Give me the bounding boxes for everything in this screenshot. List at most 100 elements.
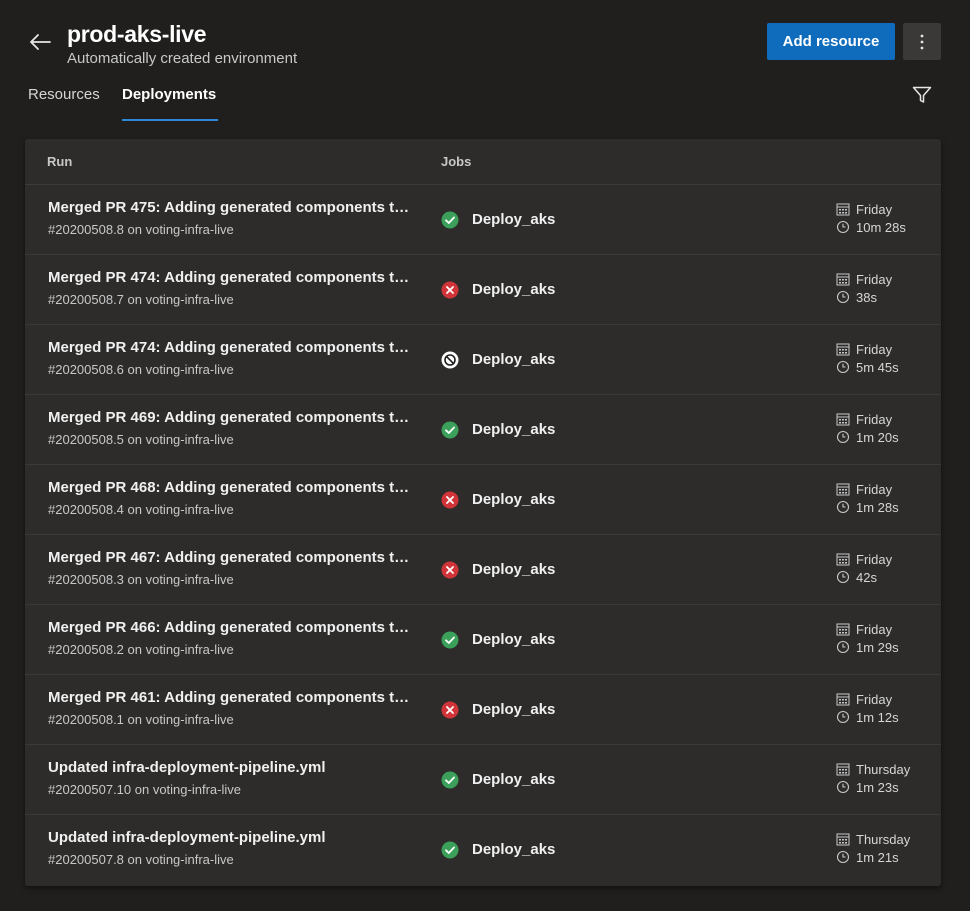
run-duration: 1m 20s	[836, 429, 899, 445]
run-day: Thursday	[836, 761, 910, 777]
job-name[interactable]: Deploy_aks	[472, 211, 555, 228]
run-title[interactable]: Merged PR 474: Adding generated componen…	[48, 269, 416, 286]
run-duration: 1m 23s	[836, 779, 899, 795]
check-circle-icon	[441, 631, 459, 649]
check-circle-icon	[441, 841, 459, 859]
duration-text: 1m 20s	[856, 429, 899, 445]
clock-icon	[836, 220, 850, 234]
run-duration: 1m 12s	[836, 709, 899, 725]
day-text: Friday	[856, 271, 893, 287]
tab-resources[interactable]: Resources	[28, 86, 100, 122]
calendar-icon	[836, 272, 850, 286]
clock-icon	[836, 430, 850, 444]
run-day: Friday	[836, 551, 892, 567]
clock-icon	[836, 500, 850, 514]
clock-icon	[836, 360, 850, 374]
run-day: Friday	[836, 621, 892, 637]
run-title[interactable]: Merged PR 474: Adding generated componen…	[48, 339, 416, 356]
job-name[interactable]: Deploy_aks	[472, 281, 555, 298]
calendar-icon	[836, 622, 850, 636]
filter-button[interactable]	[910, 83, 934, 107]
error-circle-icon	[441, 561, 459, 579]
job-name[interactable]: Deploy_aks	[472, 841, 555, 858]
duration-text: 38s	[856, 289, 877, 305]
calendar-icon	[836, 412, 850, 426]
page-title: prod-aks-live	[67, 21, 207, 47]
run-number: #20200507.10 on voting-infra-live	[48, 782, 241, 797]
job-name[interactable]: Deploy_aks	[472, 771, 555, 788]
run-day: Friday	[836, 271, 892, 287]
day-text: Friday	[856, 341, 893, 357]
filter-icon	[912, 86, 932, 103]
table-row[interactable]: Merged PR 475: Adding generated componen…	[25, 185, 941, 255]
run-duration: 38s	[836, 289, 877, 305]
table-row[interactable]: Merged PR 468: Adding generated componen…	[25, 465, 941, 535]
run-title[interactable]: Updated infra-deployment-pipeline.yml	[48, 759, 416, 776]
check-circle-icon	[441, 771, 459, 789]
back-button[interactable]	[26, 28, 54, 56]
duration-text: 42s	[856, 569, 877, 585]
table-row[interactable]: Merged PR 467: Adding generated componen…	[25, 535, 941, 605]
table-row[interactable]: Merged PR 474: Adding generated componen…	[25, 255, 941, 325]
table-row[interactable]: Merged PR 461: Adding generated componen…	[25, 675, 941, 745]
add-resource-button[interactable]: Add resource	[767, 23, 895, 60]
run-title[interactable]: Merged PR 461: Adding generated componen…	[48, 689, 416, 706]
run-day: Thursday	[836, 831, 910, 847]
job-name[interactable]: Deploy_aks	[472, 701, 555, 718]
run-number: #20200508.1 on voting-infra-live	[48, 712, 234, 727]
run-day: Friday	[836, 481, 892, 497]
run-number: #20200508.8 on voting-infra-live	[48, 222, 234, 237]
run-number: #20200508.2 on voting-infra-live	[48, 642, 234, 657]
arrow-left-icon	[30, 34, 51, 50]
day-text: Friday	[856, 481, 893, 497]
day-text: Thursday	[856, 831, 911, 847]
run-day: Friday	[836, 691, 892, 707]
day-text: Friday	[856, 691, 893, 707]
day-text: Thursday	[856, 761, 911, 777]
calendar-icon	[836, 552, 850, 566]
table-row[interactable]: Merged PR 469: Adding generated componen…	[25, 395, 941, 465]
run-day: Friday	[836, 201, 892, 217]
check-circle-icon	[441, 211, 459, 229]
calendar-icon	[836, 482, 850, 496]
job-name[interactable]: Deploy_aks	[472, 421, 555, 438]
run-title[interactable]: Merged PR 475: Adding generated componen…	[48, 199, 416, 216]
error-circle-icon	[441, 701, 459, 719]
calendar-icon	[836, 342, 850, 356]
run-title[interactable]: Merged PR 468: Adding generated componen…	[48, 479, 416, 496]
table-row[interactable]: Updated infra-deployment-pipeline.yml #2…	[25, 745, 941, 815]
run-duration: 1m 21s	[836, 849, 899, 865]
run-number: #20200508.5 on voting-infra-live	[48, 432, 234, 447]
day-text: Friday	[856, 411, 893, 427]
tab-deployments[interactable]: Deployments	[122, 86, 216, 122]
run-number: #20200507.8 on voting-infra-live	[48, 852, 234, 867]
table-row[interactable]: Updated infra-deployment-pipeline.yml #2…	[25, 815, 941, 885]
clock-icon	[836, 710, 850, 724]
column-header-run: Run	[47, 154, 73, 169]
run-title[interactable]: Merged PR 466: Adding generated componen…	[48, 619, 416, 636]
job-name[interactable]: Deploy_aks	[472, 491, 555, 508]
run-day: Friday	[836, 341, 892, 357]
table-row[interactable]: Merged PR 466: Adding generated componen…	[25, 605, 941, 675]
run-duration: 10m 28s	[836, 219, 906, 235]
table-header: Run Jobs	[25, 139, 941, 185]
check-circle-icon	[441, 421, 459, 439]
clock-icon	[836, 570, 850, 584]
run-title[interactable]: Updated infra-deployment-pipeline.yml	[48, 829, 416, 846]
error-circle-icon	[441, 281, 459, 299]
job-name[interactable]: Deploy_aks	[472, 561, 555, 578]
active-tab-indicator	[122, 119, 218, 121]
canceled-circle-icon	[441, 351, 459, 369]
job-name[interactable]: Deploy_aks	[472, 351, 555, 368]
day-text: Friday	[856, 551, 893, 567]
job-name[interactable]: Deploy_aks	[472, 631, 555, 648]
table-row[interactable]: Merged PR 474: Adding generated componen…	[25, 325, 941, 395]
duration-text: 1m 23s	[856, 779, 899, 795]
more-actions-button[interactable]	[903, 23, 941, 60]
run-title[interactable]: Merged PR 469: Adding generated componen…	[48, 409, 416, 426]
run-duration: 5m 45s	[836, 359, 899, 375]
run-duration: 1m 29s	[836, 639, 899, 655]
run-number: #20200508.6 on voting-infra-live	[48, 362, 234, 377]
duration-text: 1m 29s	[856, 639, 899, 655]
run-title[interactable]: Merged PR 467: Adding generated componen…	[48, 549, 416, 566]
